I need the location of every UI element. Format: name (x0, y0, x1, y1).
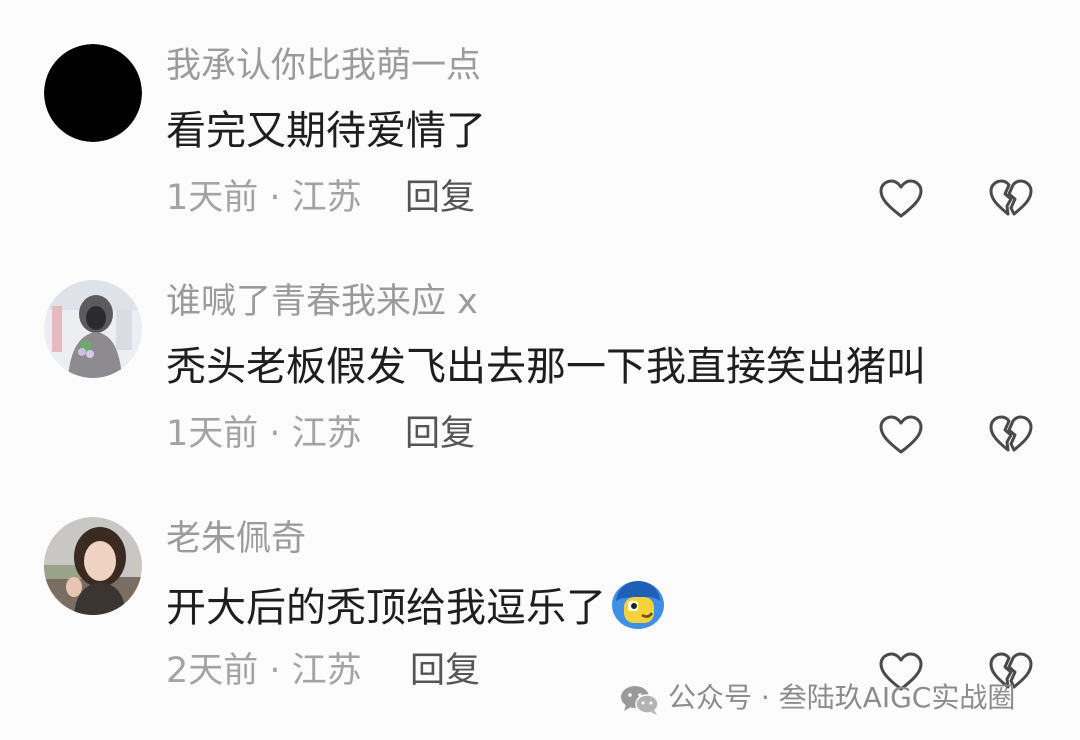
comment-item: 老朱佩奇 开大后的秃顶给我逗乐了 2天前 · 江苏 回复 (0, 473, 1080, 703)
heart-outline-icon (879, 415, 923, 454)
comment-text: 看完又期待爱情了 (166, 108, 486, 154)
avatar-image (44, 44, 142, 142)
comment-username[interactable]: 我承认你比我萌一点 (166, 44, 481, 88)
watermark-text: 公众号 · 叁陆玖AIGC实战圈 (668, 681, 1016, 714)
face-emoji-icon (610, 579, 666, 643)
avatar-image (44, 280, 142, 378)
comment-list: 我承认你比我萌一点 看完又期待爱情了 1天前 · 江苏 回复 谁喊了青春我来应 … (0, 0, 1080, 740)
watermark: 公众号 · 叁陆玖AIGC实战圈 (620, 676, 1015, 720)
wechat-icon (620, 684, 660, 729)
comment-text: 秃头老板假发飞出去那一下我直接笑出猪叫 (166, 344, 926, 390)
comment-username[interactable]: 谁喊了青春我来应 x (166, 280, 478, 324)
avatar[interactable] (44, 517, 142, 615)
comment-item: 谁喊了青春我来应 x 秃头老板假发飞出去那一下我直接笑出猪叫 1天前 · 江苏 … (0, 236, 1080, 466)
reply-button[interactable]: 回复 (410, 649, 480, 693)
broken-heart-icon (989, 415, 1033, 452)
like-button[interactable] (878, 178, 924, 220)
comment-username[interactable]: 老朱佩奇 (166, 517, 306, 561)
comment-meta: 1天前 · 江苏 (166, 178, 362, 218)
comment-text-content: 开大后的秃顶给我逗乐了 (166, 585, 606, 631)
comment-meta: 1天前 · 江苏 (166, 414, 362, 454)
comment-text: 开大后的秃顶给我逗乐了 (166, 579, 666, 643)
dislike-button[interactable] (988, 414, 1034, 456)
broken-heart-icon (989, 179, 1033, 216)
avatar-image (44, 517, 142, 615)
avatar[interactable] (44, 44, 142, 142)
avatar[interactable] (44, 280, 142, 378)
comment-meta: 2天前 · 江苏 (166, 651, 362, 691)
comment-item: 我承认你比我萌一点 看完又期待爱情了 1天前 · 江苏 回复 (0, 0, 1080, 230)
like-button[interactable] (878, 414, 924, 456)
heart-outline-icon (879, 179, 923, 218)
reply-button[interactable]: 回复 (405, 176, 475, 220)
dislike-button[interactable] (988, 178, 1034, 220)
reply-button[interactable]: 回复 (405, 412, 475, 456)
